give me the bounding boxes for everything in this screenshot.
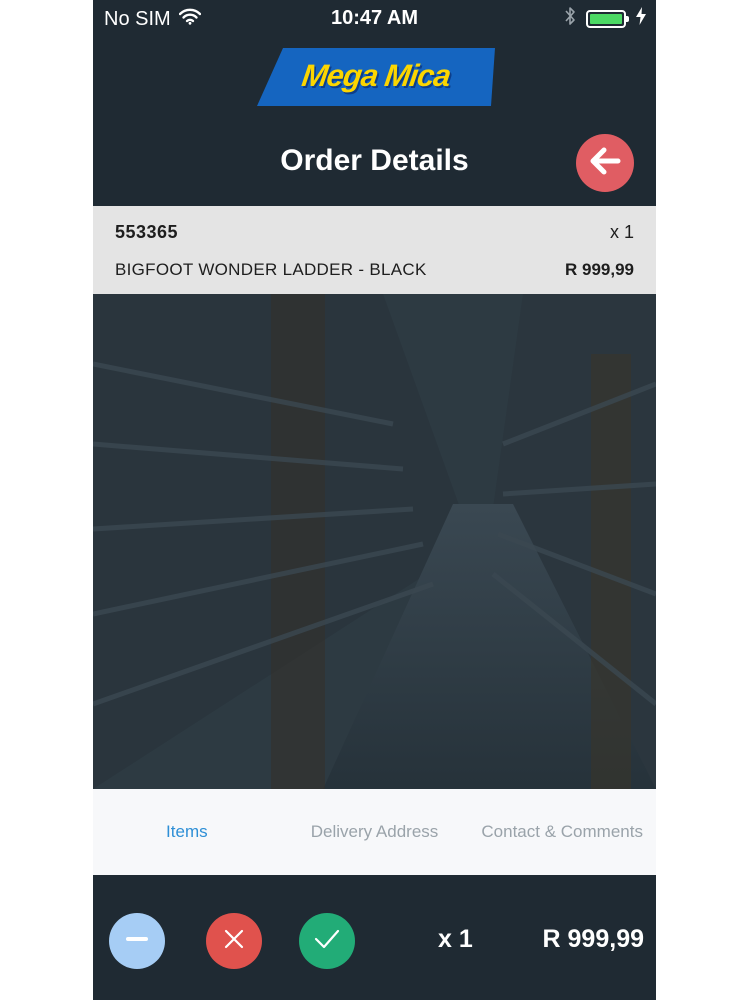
cancel-order-button[interactable]: [206, 913, 262, 969]
bluetooth-icon: [564, 6, 576, 32]
battery-icon: [586, 10, 629, 28]
close-icon: [222, 927, 246, 956]
item-price: R 999,99: [565, 260, 634, 279]
item-name: BIGFOOT WONDER LADDER - BLACK: [115, 260, 427, 279]
back-button[interactable]: [576, 134, 634, 192]
confirm-order-button[interactable]: [299, 913, 355, 969]
footer-quantity: x 1: [438, 925, 473, 953]
app-screen: No SIM 10:47 AM Mega Mica Order Details …: [93, 0, 656, 1000]
item-code: 553365: [115, 222, 179, 242]
status-bar: No SIM 10:47 AM: [93, 0, 656, 38]
footer-action-bar: x 1 R 999,99: [93, 875, 656, 1000]
warehouse-background-image: [93, 294, 656, 789]
item-quantity: x 1: [609, 222, 634, 242]
tab-delivery-address[interactable]: Delivery Address: [281, 822, 469, 842]
logo-text: Mega Mica: [299, 58, 453, 93]
page-title: Order Details: [280, 144, 469, 177]
tab-bar: Items Delivery Address Contact & Comment…: [93, 789, 656, 875]
charging-icon: [636, 7, 646, 31]
footer-total-price: R 999,99: [542, 925, 644, 953]
status-right: [564, 6, 646, 32]
tab-items[interactable]: Items: [93, 822, 281, 842]
order-item-row[interactable]: 553365 x 1 BIGFOOT WONDER LADDER - BLACK…: [93, 206, 656, 294]
check-icon: [313, 927, 341, 956]
battery-level: [590, 14, 622, 24]
tab-contact-comments[interactable]: Contact & Comments: [468, 822, 656, 842]
arrow-left-icon: [588, 146, 622, 181]
decrease-quantity-button[interactable]: [109, 913, 165, 969]
battery-cap: [626, 16, 629, 22]
minus-icon: [124, 926, 150, 957]
mega-mica-logo: Mega Mica: [257, 48, 495, 106]
